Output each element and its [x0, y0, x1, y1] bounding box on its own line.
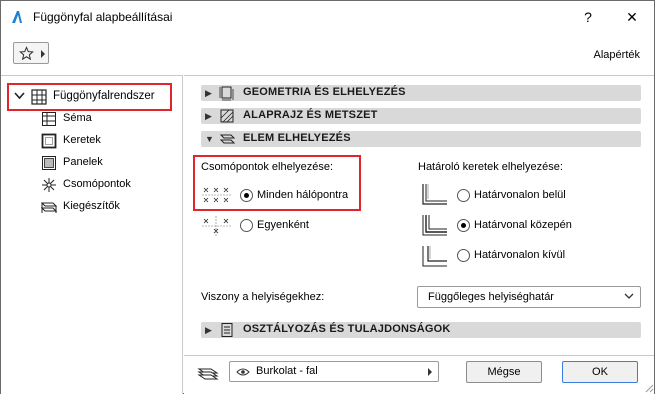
junction-individual-radio[interactable]	[240, 219, 253, 232]
favorites-button[interactable]	[13, 42, 49, 64]
chevron-down-icon	[624, 293, 634, 299]
chevron-down-icon[interactable]	[14, 92, 25, 100]
tree-item-label: Keretek	[63, 134, 101, 146]
caret-right-icon: ▶	[205, 111, 212, 121]
element-placement-icon	[219, 134, 235, 144]
tree-item-junctions[interactable]: Csomópontok	[41, 176, 171, 194]
accessory-icon	[41, 202, 57, 213]
section-plan-label: ALAPRAJZ ÉS METSZET	[243, 109, 378, 121]
caret-right-icon	[428, 368, 432, 376]
layer-icon	[197, 368, 219, 380]
one-by-one-icon	[202, 216, 232, 236]
junction-all-label[interactable]: Minden hálópontra	[257, 189, 348, 201]
frame-center-icon	[422, 215, 447, 236]
section-element-label: ELEM ELHELYEZÉS	[243, 132, 351, 144]
zone-relation-label: Viszony a helyiségekhez:	[201, 291, 325, 303]
frame-outside-radio[interactable]	[457, 249, 470, 262]
scheme-icon	[42, 112, 56, 126]
frame-inside-icon	[422, 184, 447, 205]
tree-item-label: Kiegészítők	[63, 200, 120, 212]
section-classification[interactable]: ▶ OSZTÁLYOZÁS ÉS TULAJDONSÁGOK	[201, 322, 641, 338]
frame-outside-icon	[422, 246, 447, 267]
tree-item-label: Csomópontok	[63, 178, 131, 190]
frame-inside-radio[interactable]	[457, 189, 470, 202]
layer-select[interactable]: Burkolat - fal	[229, 361, 439, 382]
section-geometry-label: GEOMETRIA ÉS ELHELYEZÉS	[243, 86, 406, 98]
title-bar: Függönyfal alapbeállításai ? ✕	[1, 1, 654, 33]
star-icon	[19, 46, 34, 61]
tree-root-label: Függönyfalrendszer	[53, 90, 155, 102]
frame-center-label[interactable]: Határvonal közepén	[474, 219, 572, 231]
panel-icon	[42, 156, 56, 170]
window-title: Függönyfal alapbeállításai	[33, 10, 173, 24]
section-plan[interactable]: ▶ ALAPRAJZ ÉS METSZET	[201, 108, 641, 124]
junction-all-radio[interactable]	[240, 189, 253, 202]
all-gridpoints-icon	[202, 187, 232, 203]
resize-grip-icon[interactable]	[642, 381, 654, 393]
frame-icon	[41, 133, 57, 149]
caret-right-icon: ▶	[205, 325, 212, 335]
help-button[interactable]: ?	[576, 5, 600, 29]
frame-inside-label[interactable]: Határvonalon belül	[474, 189, 566, 201]
dialog-window: Függönyfal alapbeállításai ? ✕ Alapérték…	[0, 0, 655, 394]
section-geometry[interactable]: ▶ GEOMETRIA ÉS ELHELYEZÉS	[201, 85, 641, 101]
defaults-label: Alapérték	[593, 49, 640, 61]
section-element-placement[interactable]: ▼ ELEM ELHELYEZÉS	[201, 131, 641, 147]
caret-right-icon	[41, 50, 45, 58]
section-classification-label: OSZTÁLYOZÁS ÉS TULAJDONSÁGOK	[243, 323, 451, 335]
tree-item-label: Panelek	[63, 156, 103, 168]
junction-individual-label[interactable]: Egyenként	[257, 219, 309, 231]
frame-center-radio[interactable]	[457, 219, 470, 232]
ok-button[interactable]: OK	[562, 361, 638, 383]
zone-relation-value: Függőleges helyiséghatár	[428, 291, 554, 303]
cancel-button[interactable]: Mégse	[466, 361, 542, 383]
frame-outside-label[interactable]: Határvonalon kívül	[474, 249, 565, 261]
junction-icon	[42, 178, 56, 192]
layer-value: Burkolat - fal	[256, 365, 318, 377]
curtain-wall-icon	[31, 89, 47, 105]
archicad-app-icon	[12, 11, 22, 23]
caret-right-icon: ▶	[205, 88, 212, 98]
tree-item-frames[interactable]: Keretek	[41, 132, 171, 150]
frame-placement-title: Határoló keretek elhelyezése:	[418, 161, 563, 173]
tree-item-label: Séma	[63, 112, 92, 124]
tree-item-panels[interactable]: Panelek	[41, 154, 171, 172]
tree-item-scheme[interactable]: Séma	[41, 110, 171, 128]
zone-relation-select[interactable]: Függőleges helyiséghatár	[417, 286, 641, 308]
tree-item-accessories[interactable]: Kiegészítők	[41, 198, 171, 216]
geometry-icon	[219, 86, 234, 101]
close-button[interactable]: ✕	[620, 5, 644, 29]
caret-down-icon: ▼	[205, 134, 214, 144]
eye-icon	[236, 368, 250, 376]
plan-section-icon	[220, 109, 234, 123]
classification-icon	[221, 323, 233, 337]
